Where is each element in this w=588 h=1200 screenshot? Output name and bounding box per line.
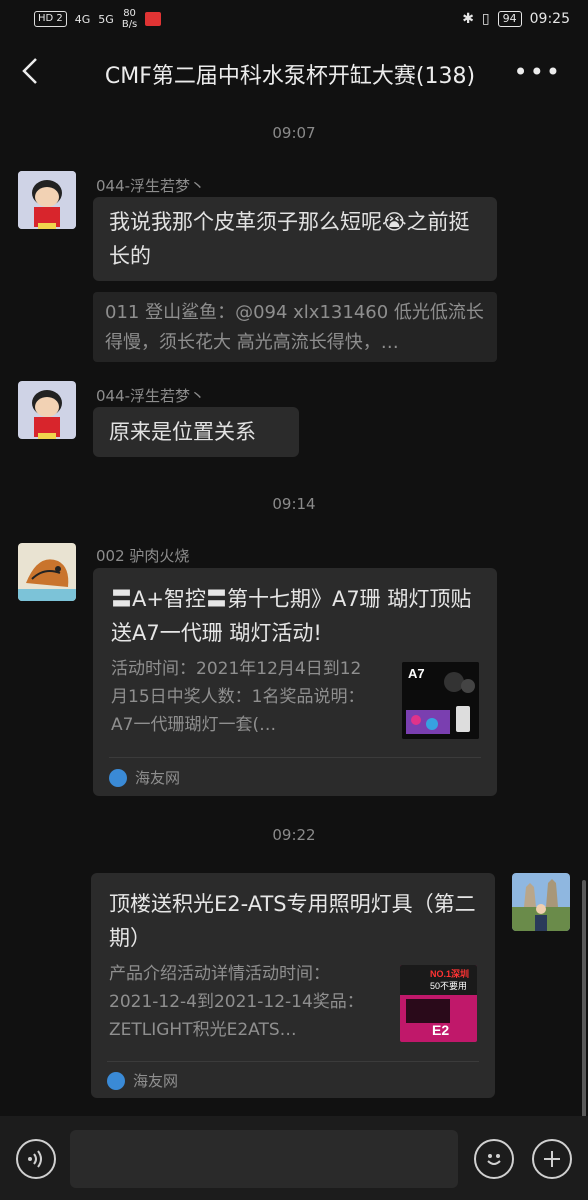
status-bar: HD 2 4G 5G 80 B/s ✱ ▯ 94 09:25: [0, 0, 588, 38]
thumb-text-1: NO.1深圳: [430, 968, 469, 979]
source-name: 海友网: [133, 1072, 179, 1090]
voice-icon: [28, 1150, 42, 1168]
card-description: 产品介绍活动详情活动时间：2021-12-4到2021-12-14奖品：ZETL…: [109, 964, 364, 1040]
bluetooth-icon: ✱: [462, 11, 474, 27]
signal-5g-icon: 5G: [98, 12, 114, 26]
sender-name: 044-浮生若梦丶: [96, 177, 206, 195]
source-name: 海友网: [135, 769, 181, 787]
message-input[interactable]: [70, 1130, 458, 1188]
sender-name: 044-浮生若梦丶: [96, 387, 206, 405]
network-speed: 80 B/s: [121, 8, 138, 30]
timestamp: 09:22: [272, 826, 316, 844]
vibrate-icon: ▯: [481, 11, 490, 27]
card-divider: [107, 1061, 479, 1062]
card-divider: [109, 757, 481, 758]
message-bubble[interactable]: 原来是位置关系: [93, 407, 299, 457]
card-source: 海友网: [109, 767, 180, 788]
thumb-label: A7: [408, 666, 425, 681]
avatar[interactable]: [18, 543, 76, 601]
card-title: 顶楼送积光E2-ATS专用照明灯具（第二期）: [109, 892, 476, 950]
source-logo-icon: [109, 768, 127, 787]
more-options-icon[interactable]: •••: [514, 58, 562, 86]
link-card[interactable]: 顶楼送积光E2-ATS专用照明灯具（第二期） 产品介绍活动详情活动时间：2021…: [91, 873, 495, 1098]
card-description: 活动时间：2021年12月4日到12月15日中奖人数：1名奖品说明：A7一代珊瑚…: [111, 659, 365, 735]
avatar[interactable]: [18, 171, 76, 229]
link-card[interactable]: 〓A+智控〓第十七期》A7珊 瑚灯顶贴送A7一代珊 瑚灯活动! 活动时间：202…: [93, 568, 497, 796]
plus-icon: [544, 1151, 560, 1167]
thumb-text-2: 50不要用: [430, 981, 467, 991]
avatar[interactable]: [18, 381, 76, 439]
timestamp: 09:14: [272, 495, 316, 513]
card-source: 海友网: [107, 1070, 178, 1091]
sender-name: 002 驴肉火烧: [96, 547, 190, 565]
source-logo-icon: [107, 1071, 125, 1090]
clock: 09:25: [529, 11, 570, 27]
signal-4g-icon: 4G: [74, 12, 91, 26]
quoted-message[interactable]: 011 登山鲨鱼：@094 xlx131460 低光低流长得慢，须长花大 高光高…: [93, 292, 497, 362]
message-bubble[interactable]: 我说我那个皮革须子那么短呢😭之前挺长的: [93, 197, 497, 281]
back-arrow-icon[interactable]: [18, 56, 44, 86]
smiley-icon: [487, 1154, 501, 1165]
card-thumbnail: A7: [402, 662, 479, 739]
battery-icon: 94: [497, 11, 522, 27]
chat-title: CMF第二届中科水泵杯开缸大赛(138): [104, 64, 476, 89]
more-functions-button[interactable]: [532, 1139, 572, 1179]
timestamp: 09:07: [272, 124, 316, 142]
chat-header: CMF第二届中科水泵杯开缸大赛(138) •••: [0, 38, 588, 104]
thumb-text-e2: E2: [432, 1022, 449, 1038]
app-notification-icon: [145, 12, 162, 26]
input-bar: [0, 1116, 588, 1200]
card-thumbnail: NO.1深圳 50不要用 E2: [400, 965, 477, 1042]
emoji-button[interactable]: [474, 1139, 514, 1179]
hd-badge: HD 2: [34, 11, 67, 27]
voice-input-button[interactable]: [16, 1139, 56, 1179]
card-title: 〓A+智控〓第十七期》A7珊 瑚灯顶贴送A7一代珊 瑚灯活动!: [111, 587, 472, 645]
scrollbar[interactable]: [582, 880, 586, 1120]
self-avatar[interactable]: [512, 873, 570, 931]
